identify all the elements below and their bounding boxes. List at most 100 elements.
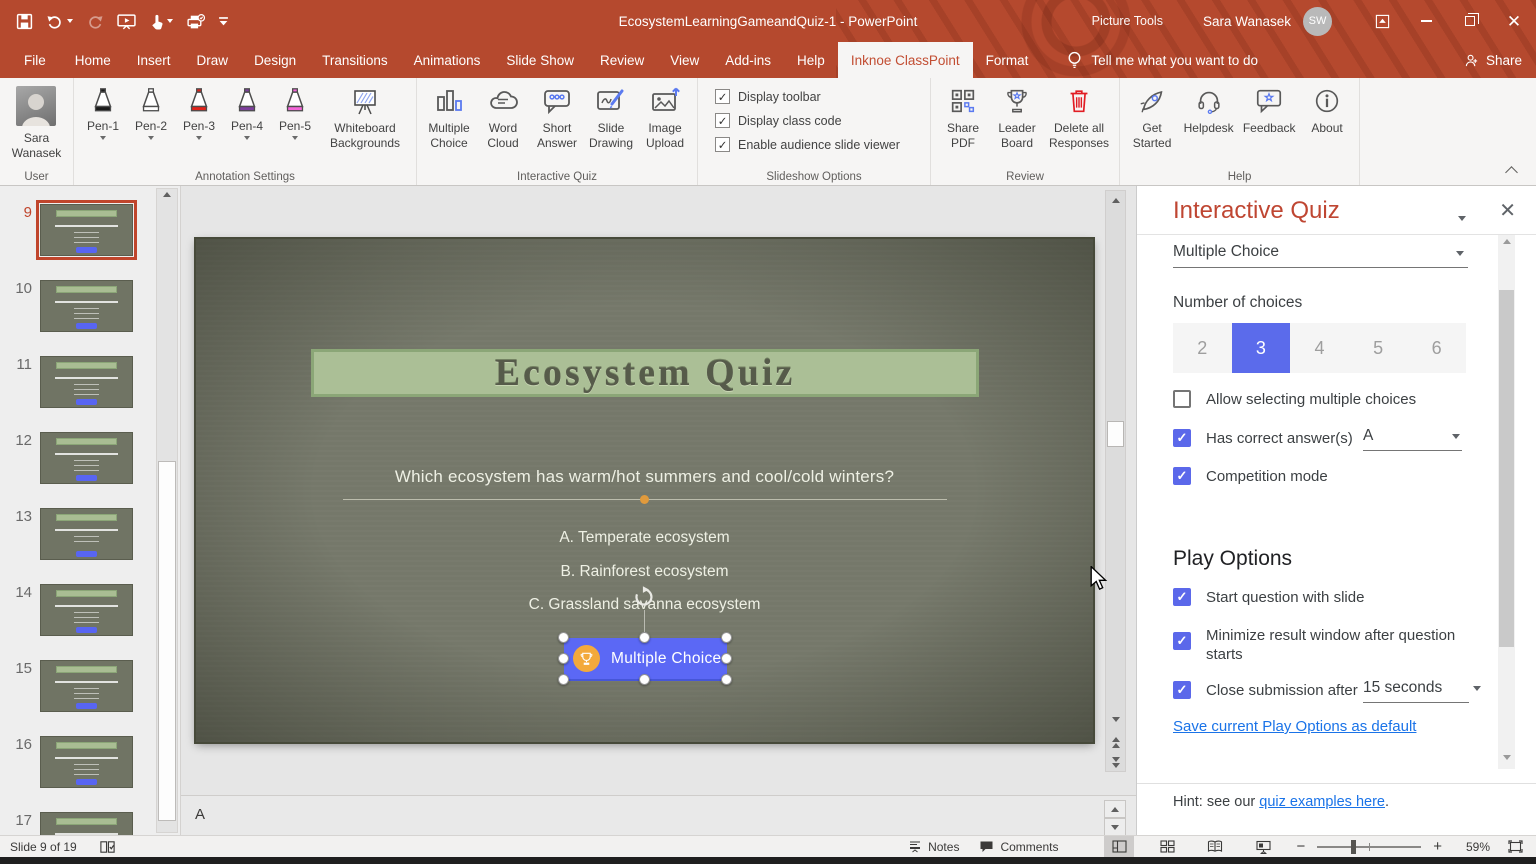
save-icon[interactable] (16, 13, 33, 30)
editor-vertical-scrollbar[interactable] (1105, 190, 1126, 772)
has-correct-answer-option[interactable]: Has correct answer(s) (1173, 429, 1353, 448)
notes-scroll-down[interactable] (1104, 818, 1126, 836)
user-profile-button[interactable]: Sara Wanasek (7, 81, 67, 169)
restore-button[interactable] (1448, 0, 1492, 42)
checkbox[interactable] (715, 89, 731, 104)
word-cloud-button[interactable]: Word Cloud (476, 81, 530, 169)
chevron-down-icon[interactable] (196, 135, 202, 140)
choice-count-5[interactable]: 5 (1349, 323, 1408, 373)
tab-home[interactable]: Home (62, 42, 124, 78)
slide-title-box[interactable]: Ecosystem Quiz (311, 349, 979, 397)
competition-mode-option[interactable]: Competition mode (1173, 467, 1328, 486)
share-button[interactable]: Share (1464, 42, 1522, 78)
comments-button[interactable]: Comments (969, 836, 1068, 858)
chevron-down-icon[interactable] (67, 19, 73, 23)
reading-view-button[interactable] (1200, 836, 1230, 858)
pen-2-button[interactable]: Pen-2 (127, 81, 175, 169)
share-pdf-button[interactable]: Share PDF (936, 81, 990, 169)
notes-button[interactable]: Notes (898, 836, 969, 858)
pane-options-chevron-icon[interactable] (1458, 208, 1466, 226)
answer-option-b[interactable]: B. Rainforest ecosystem (196, 563, 1093, 581)
scroll-up-icon[interactable] (1111, 198, 1120, 203)
whiteboard-backgrounds-button[interactable]: Whiteboard Backgrounds (319, 81, 411, 169)
tab-review[interactable]: Review (587, 42, 657, 78)
checkbox[interactable] (715, 113, 731, 128)
thumbnail-slide-10[interactable]: 10 (8, 280, 152, 332)
tab-help[interactable]: Help (784, 42, 838, 78)
account-avatar[interactable]: SW (1303, 6, 1332, 36)
close-submission-option[interactable]: Close submission after (1173, 681, 1358, 700)
choice-count-6[interactable]: 6 (1407, 323, 1466, 373)
thumbnail-slide-15[interactable]: 15 (8, 660, 152, 712)
tab-insert[interactable]: Insert (124, 42, 184, 78)
selection-handle-nw[interactable] (558, 632, 569, 643)
scrollbar-thumb[interactable] (1499, 290, 1514, 647)
scrollbar-thumb[interactable] (1107, 421, 1124, 447)
checkbox[interactable] (1173, 390, 1191, 408)
quick-print-icon[interactable] (186, 13, 205, 30)
slide-drawing-button[interactable]: Slide Drawing (584, 81, 638, 169)
zoom-level[interactable]: 59% (1450, 840, 1490, 854)
tab-file[interactable]: File (8, 42, 62, 78)
next-slide-icon[interactable] (1111, 763, 1120, 768)
tab-inknoe-classpoint[interactable]: Inknoe ClassPoint (837, 42, 973, 78)
thumbnail-slide-12[interactable]: 12 (8, 432, 152, 484)
chevron-down-icon[interactable] (100, 135, 106, 140)
tab-slide-show[interactable]: Slide Show (493, 42, 587, 78)
checkbox[interactable] (1173, 429, 1191, 447)
tab-format[interactable]: Format (973, 42, 1042, 78)
rotate-handle-icon[interactable] (633, 586, 655, 613)
image-upload-button[interactable]: Image Upload (638, 81, 692, 169)
account-name[interactable]: Sara Wanasek (1203, 14, 1291, 29)
start-slideshow-icon[interactable] (117, 13, 136, 30)
close-button[interactable]: ✕ (1492, 0, 1536, 42)
helpdesk-button[interactable]: Helpdesk (1179, 81, 1238, 169)
normal-view-button[interactable] (1104, 835, 1135, 858)
selection-handle-n[interactable] (639, 632, 650, 643)
pane-scrollbar[interactable] (1498, 235, 1515, 769)
get-started-button[interactable]: Get Started (1125, 81, 1179, 169)
start-question-with-slide-option[interactable]: Start question with slide (1173, 588, 1364, 607)
classpoint-multiple-choice-slide-button[interactable]: Multiple Choice (564, 638, 727, 679)
slideshow-view-button[interactable] (1248, 836, 1278, 858)
checkbox[interactable] (1173, 588, 1191, 606)
customize-qat-icon[interactable] (218, 15, 229, 27)
scrollbar-thumb[interactable] (158, 461, 176, 821)
checkbox[interactable] (1173, 632, 1191, 650)
tab-animations[interactable]: Animations (401, 42, 494, 78)
tab-design[interactable]: Design (241, 42, 309, 78)
tab-draw[interactable]: Draw (184, 42, 242, 78)
pane-close-icon[interactable]: ✕ (1499, 198, 1516, 223)
chevron-down-icon[interactable] (167, 19, 173, 23)
zoom-slider-thumb[interactable] (1350, 839, 1356, 854)
slide-question-text[interactable]: Which ecosystem has warm/hot summers and… (196, 467, 1093, 487)
zoom-slider[interactable] (1317, 839, 1422, 854)
minimize-button[interactable] (1404, 0, 1448, 42)
chevron-down-icon[interactable] (292, 135, 298, 140)
save-play-options-link[interactable]: Save current Play Options as default (1173, 718, 1416, 735)
scroll-up-icon[interactable] (163, 192, 171, 197)
slide-canvas[interactable]: Ecosystem Quiz Which ecosystem has warm/… (196, 239, 1093, 742)
scroll-up-icon[interactable] (1502, 239, 1511, 244)
choice-count-3[interactable]: 3 (1231, 323, 1291, 373)
selection-handle-se[interactable] (721, 674, 732, 685)
zoom-out-button[interactable]: − (1292, 838, 1309, 855)
answer-option-a[interactable]: A. Temperate ecosystem (196, 529, 1093, 547)
selection-handle-w[interactable] (558, 653, 569, 664)
pen-4-button[interactable]: Pen-4 (223, 81, 271, 169)
pen-5-button[interactable]: Pen-5 (271, 81, 319, 169)
fit-slide-to-window-button[interactable] (1500, 836, 1530, 858)
proofing-icon[interactable] (99, 839, 116, 855)
thumbnail-slide-16[interactable]: 16 (8, 736, 152, 788)
notes-scroll-up[interactable] (1104, 800, 1126, 818)
scroll-down-icon[interactable] (1502, 755, 1511, 760)
tab-add-ins[interactable]: Add-ins (712, 42, 784, 78)
minimize-result-window-option[interactable]: Minimize result window after question st… (1173, 626, 1473, 664)
tell-me-box[interactable]: Tell me what you want to do (1067, 42, 1258, 78)
thumbnail-slide-13[interactable]: 13 (8, 508, 152, 560)
close-submission-duration-select[interactable]: 15 seconds (1363, 679, 1481, 703)
next-slide-icon[interactable] (1111, 757, 1120, 762)
zoom-in-button[interactable]: + (1429, 838, 1446, 855)
about-button[interactable]: About (1300, 81, 1354, 169)
selection-handle-ne[interactable] (721, 632, 732, 643)
